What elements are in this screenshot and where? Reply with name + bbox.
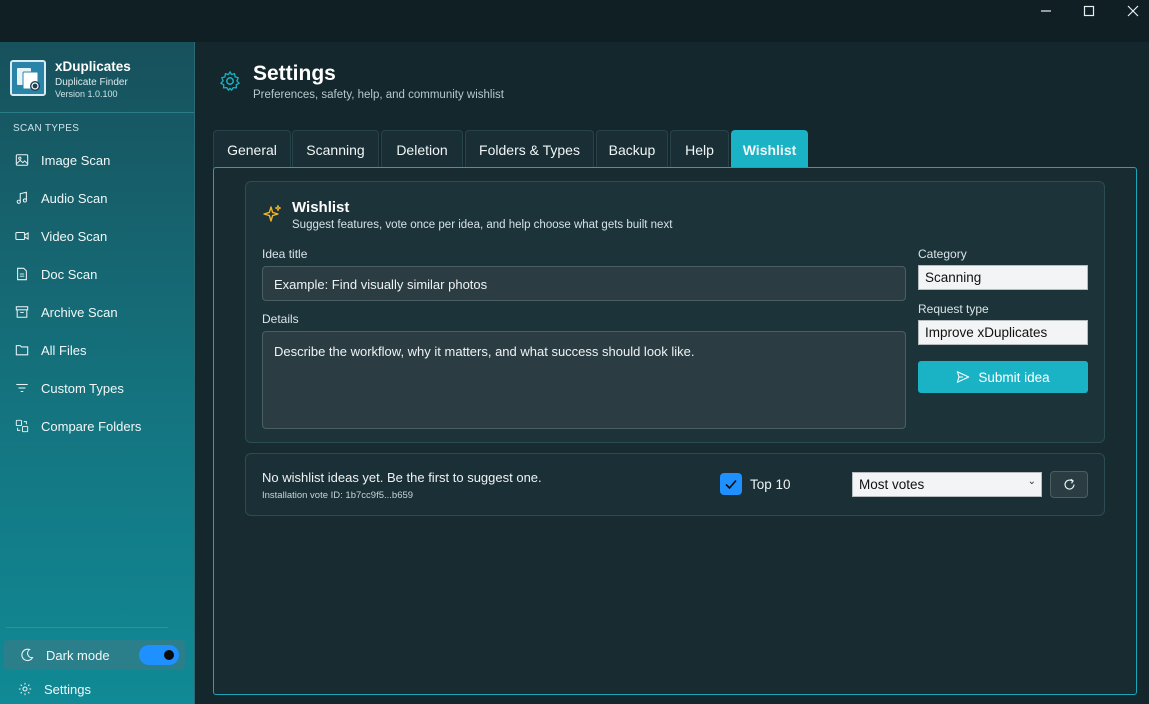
- sidebar-item-label: Custom Types: [41, 380, 124, 396]
- wishlist-title: Wishlist: [292, 199, 350, 216]
- maximize-button[interactable]: [1067, 0, 1111, 22]
- page-subtitle: Preferences, safety, help, and community…: [253, 89, 504, 101]
- wishlist-form-card: Wishlist Suggest features, vote once per…: [245, 181, 1105, 443]
- toggle-knob: [164, 650, 174, 660]
- close-icon: [1127, 5, 1139, 17]
- music-note-icon: [13, 189, 31, 207]
- sidebar-item-label: Compare Folders: [41, 418, 142, 434]
- sidebar-divider: [0, 112, 194, 113]
- tab-deletion[interactable]: Deletion: [381, 130, 463, 168]
- sidebar-item-compare-folders[interactable]: Compare Folders: [6, 410, 188, 442]
- installation-vote-id: Installation vote ID: 1b7cc9f5...b659: [262, 490, 414, 501]
- maximize-icon: [1083, 5, 1095, 17]
- checkmark-icon: [725, 479, 737, 490]
- empty-ideas-message: No wishlist ideas yet. Be the first to s…: [262, 470, 542, 485]
- tab-wishlist[interactable]: Wishlist: [731, 130, 808, 168]
- sidebar-bottom-divider: [6, 627, 168, 628]
- sort-select-value: Most votes: [859, 477, 925, 492]
- details-textarea[interactable]: Describe the workflow, why it matters, a…: [262, 331, 906, 429]
- category-select[interactable]: Scanning: [918, 265, 1088, 290]
- sidebar-item-label: Audio Scan: [41, 190, 108, 206]
- app-subtitle: Duplicate Finder: [55, 77, 128, 88]
- chevron-down-icon: ⌄: [1027, 476, 1036, 487]
- document-icon: [13, 265, 31, 283]
- sidebar-item-custom-types[interactable]: Custom Types: [6, 372, 188, 404]
- submit-idea-button[interactable]: Submit idea: [918, 361, 1088, 393]
- tab-general[interactable]: General: [213, 130, 291, 168]
- sidebar-item-video-scan[interactable]: Video Scan: [6, 220, 188, 252]
- dark-mode-row: Dark mode: [4, 640, 185, 670]
- app-logo: [10, 60, 46, 96]
- idea-title-input[interactable]: Example: Find visually similar photos: [262, 266, 906, 301]
- refresh-button[interactable]: [1050, 471, 1088, 498]
- sidebar: xDuplicates Duplicate Finder Version 1.0…: [0, 42, 195, 704]
- sidebar-item-all-files[interactable]: All Files: [6, 334, 188, 366]
- request-type-label: Request type: [918, 302, 989, 316]
- settings-label: Settings: [44, 681, 91, 697]
- sidebar-item-audio-scan[interactable]: Audio Scan: [6, 182, 188, 214]
- details-label: Details: [262, 312, 299, 326]
- tab-backup[interactable]: Backup: [596, 130, 668, 168]
- minimize-icon: [1041, 10, 1051, 12]
- tab-scanning[interactable]: Scanning: [292, 130, 379, 168]
- send-icon: [957, 371, 970, 383]
- image-icon: [13, 151, 31, 169]
- sidebar-item-label: Archive Scan: [41, 304, 118, 320]
- sidebar-item-settings[interactable]: Settings: [4, 674, 186, 704]
- section-label-scan-types: SCAN TYPES: [13, 123, 80, 134]
- submit-idea-label: Submit idea: [978, 369, 1050, 385]
- tab-folders-types[interactable]: Folders & Types: [465, 130, 594, 168]
- sidebar-item-archive-scan[interactable]: Archive Scan: [6, 296, 188, 328]
- wishlist-subtitle: Suggest features, vote once per idea, an…: [292, 219, 673, 231]
- refresh-icon: [1063, 478, 1075, 490]
- main-content: Settings Preferences, safety, help, and …: [195, 42, 1149, 704]
- page-title: Settings: [253, 62, 336, 85]
- moon-icon: [18, 646, 36, 664]
- minimize-button[interactable]: [1024, 0, 1068, 22]
- sidebar-item-doc-scan[interactable]: Doc Scan: [6, 258, 188, 290]
- video-camera-icon: [13, 227, 31, 245]
- sparkle-icon: [263, 204, 283, 224]
- idea-title-label: Idea title: [262, 247, 308, 261]
- app-name: xDuplicates: [55, 59, 131, 74]
- tab-help[interactable]: Help: [670, 130, 729, 168]
- sidebar-item-label: All Files: [41, 342, 87, 358]
- archive-box-icon: [13, 303, 31, 321]
- sidebar-item-image-scan[interactable]: Image Scan: [6, 144, 188, 176]
- gear-icon: [219, 70, 241, 92]
- dark-mode-label: Dark mode: [46, 647, 110, 663]
- filter-icon: [13, 379, 31, 397]
- dark-mode-toggle[interactable]: [139, 645, 179, 665]
- top10-checkbox[interactable]: [720, 473, 742, 495]
- tab-panel: Wishlist Suggest features, vote once per…: [213, 167, 1137, 695]
- category-label: Category: [918, 247, 967, 261]
- request-type-select[interactable]: Improve xDuplicates: [918, 320, 1088, 345]
- title-bar: [0, 0, 1149, 42]
- sidebar-item-label: Image Scan: [41, 152, 111, 168]
- sidebar-item-label: Doc Scan: [41, 266, 98, 282]
- sort-select[interactable]: Most votes ⌄: [852, 472, 1042, 497]
- gear-icon: [16, 680, 34, 698]
- compare-icon: [13, 417, 31, 435]
- top10-label: Top 10: [750, 477, 791, 492]
- folder-icon: [13, 341, 31, 359]
- ideas-list-bar: No wishlist ideas yet. Be the first to s…: [245, 453, 1105, 516]
- close-button[interactable]: [1111, 0, 1149, 22]
- app-version: Version 1.0.100: [55, 89, 118, 99]
- sidebar-item-label: Video Scan: [41, 228, 108, 244]
